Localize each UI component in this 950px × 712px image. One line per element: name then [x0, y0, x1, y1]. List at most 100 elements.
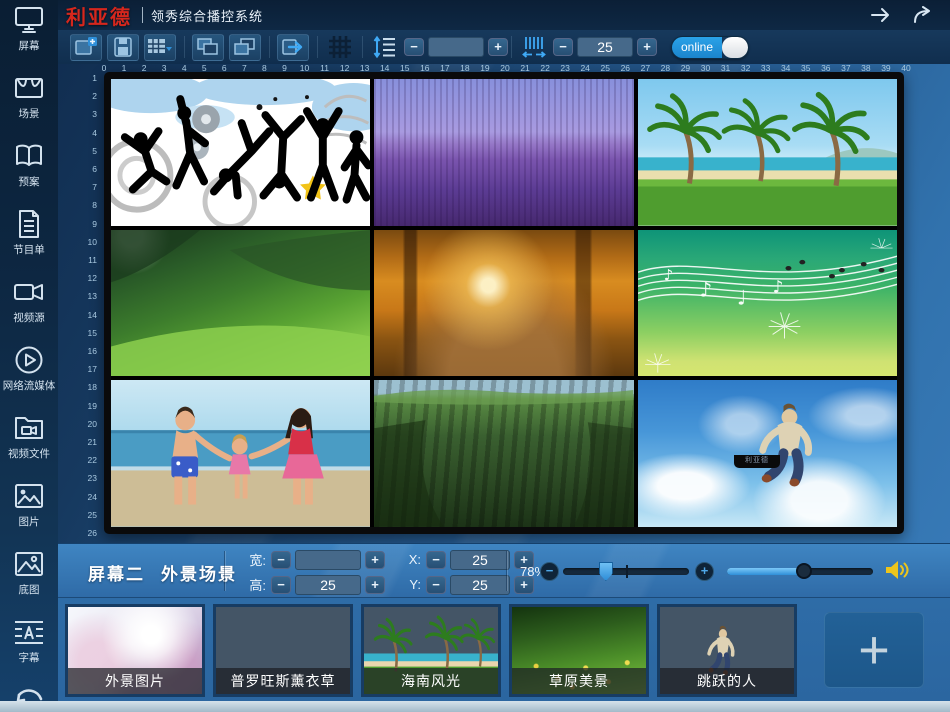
sidebar-item-scene[interactable]: 场景 — [13, 73, 45, 121]
v-ruler-tick: 6 — [92, 164, 97, 174]
zoom-slider-thumb[interactable] — [599, 562, 613, 581]
bar-separator — [506, 551, 507, 591]
sidebar-item-video-source[interactable]: 视频源 — [13, 277, 45, 325]
v-ruler-tick: 18 — [88, 382, 97, 392]
stage-cell-green-cliff[interactable] — [374, 380, 633, 527]
media-thumbnail-hainan-scenery[interactable]: 海南风光 — [361, 604, 501, 697]
volume-slider-thumb[interactable] — [796, 563, 812, 579]
h-ruler-tick: 36 — [821, 63, 830, 73]
stage-cell-lavender-field[interactable] — [374, 79, 633, 226]
play-circle-icon — [13, 345, 45, 375]
column-spacing-decrease-button[interactable]: − — [553, 38, 573, 56]
add-media-button[interactable]: + — [824, 612, 924, 688]
forward-arrow-icon[interactable] — [868, 5, 894, 25]
online-toggle-knob[interactable] — [722, 37, 748, 58]
height-input[interactable] — [295, 575, 361, 595]
sidebar-item-program-list[interactable]: 节目单 — [13, 209, 45, 257]
stage-monitor: ♪♩♪♪ — [104, 72, 904, 534]
h-ruler-tick: 0 — [102, 63, 107, 73]
toolbar-separator — [317, 36, 318, 58]
row-spacing-input[interactable] — [428, 37, 484, 57]
toolbar-separator — [511, 36, 512, 58]
h-ruler-tick: 11 — [320, 63, 329, 73]
x-decrease-button[interactable]: − — [426, 551, 446, 569]
stage-cell-music-sky[interactable]: ♪♩♪♪ — [638, 230, 897, 377]
v-ruler-tick: 1 — [92, 73, 97, 83]
redo-arrow-icon[interactable] — [910, 5, 936, 25]
height-decrease-button[interactable]: − — [271, 576, 291, 594]
grid-icon[interactable] — [325, 34, 355, 61]
sidebar-item-picture[interactable]: 图片 — [13, 481, 45, 529]
sidebar-item-network-stream[interactable]: 网络流媒体 — [3, 345, 56, 393]
h-ruler-tick: 8 — [262, 63, 267, 73]
h-ruler-tick: 23 — [560, 63, 569, 73]
zoom-slider[interactable] — [563, 568, 689, 575]
v-ruler-tick: 17 — [88, 364, 97, 374]
h-ruler-tick: 2 — [142, 63, 147, 73]
h-ruler-tick: 28 — [661, 63, 670, 73]
media-thumbnail-outdoor-picture[interactable]: 外景图片 — [65, 604, 205, 697]
brand-logo: 利亚德 — [66, 1, 132, 30]
export-button[interactable] — [277, 34, 309, 61]
zoom-in-button[interactable]: + — [695, 562, 714, 581]
zoom-out-button[interactable]: − — [540, 562, 559, 581]
stage-cell-green-valley[interactable] — [111, 230, 370, 377]
stage-cell-jumping-person[interactable] — [638, 380, 897, 527]
v-ruler-tick: 24 — [88, 492, 97, 502]
row-spacing-decrease-button[interactable]: − — [404, 38, 424, 56]
v-ruler-tick: 8 — [92, 200, 97, 210]
h-ruler-tick: 15 — [400, 63, 409, 73]
media-thumbnail-grassland[interactable]: 草原美景 — [509, 604, 649, 697]
h-ruler-tick: 12 — [340, 63, 349, 73]
height-increase-button[interactable]: + — [365, 576, 385, 594]
v-ruler-tick: 5 — [92, 146, 97, 156]
save-button[interactable] — [107, 34, 139, 61]
sidebar-item-screen[interactable]: 屏幕 — [13, 5, 45, 53]
thumbnail-caption: 普罗旺斯薰衣草 — [216, 668, 350, 694]
sidebar-item-plan[interactable]: 预案 — [13, 141, 45, 189]
h-ruler-tick: 40 — [901, 63, 910, 73]
add-screen-button[interactable] — [70, 34, 102, 61]
bar-separator — [224, 551, 225, 591]
x-input[interactable] — [450, 550, 510, 570]
row-spacing-increase-button[interactable]: + — [488, 38, 508, 56]
column-spacing-icon[interactable] — [519, 34, 549, 61]
sidebar-item-base-image[interactable]: 底图 — [13, 549, 45, 597]
brand-divider — [142, 7, 143, 23]
y-input[interactable] — [450, 575, 510, 595]
h-ruler-tick: 34 — [781, 63, 790, 73]
volume-slider[interactable] — [727, 568, 873, 575]
media-thumbnail-jumping-person[interactable]: 跳跃的人 — [657, 604, 797, 697]
media-strip: 外景图片 普罗旺斯薰衣草 海南风光 草原美景 跳跃的人 + — [58, 597, 950, 701]
sidebar-item-subtitle[interactable]: 字幕 — [13, 617, 45, 665]
table-layout-button[interactable] — [144, 34, 176, 61]
svg-text:♪: ♪ — [699, 277, 712, 301]
horizontal-ruler: 0123456789101112131415161718192021222324… — [99, 63, 914, 74]
column-spacing-increase-button[interactable]: + — [637, 38, 657, 56]
width-decrease-button[interactable]: − — [271, 551, 291, 569]
h-ruler-tick: 32 — [741, 63, 750, 73]
app-title: 领秀综合播控系统 — [151, 6, 263, 25]
stage-cell-dancing-silhouettes[interactable] — [111, 79, 370, 226]
h-ruler-tick: 26 — [621, 63, 630, 73]
row-spacing-icon[interactable] — [370, 34, 400, 61]
column-spacing-input[interactable] — [577, 37, 633, 57]
stage-cell-palm-beach[interactable] — [638, 79, 897, 226]
v-ruler-tick: 26 — [88, 528, 97, 538]
sidebar-item-video-file[interactable]: 视频文件 — [8, 413, 50, 461]
bring-forward-button[interactable] — [229, 34, 261, 61]
stage-cell-autumn-forest[interactable] — [374, 230, 633, 377]
media-thumbnail-provence-lavender[interactable]: 普罗旺斯薰衣草 — [213, 604, 353, 697]
screen-scene-title: 屏幕二 外景场景 — [88, 560, 237, 585]
h-ruler-tick: 18 — [460, 63, 469, 73]
v-ruler-tick: 19 — [88, 401, 97, 411]
send-backward-button[interactable] — [192, 34, 224, 61]
thumbnail-caption: 外景图片 — [68, 668, 202, 694]
speaker-icon[interactable] — [885, 558, 909, 582]
width-increase-button[interactable]: + — [365, 551, 385, 569]
width-input[interactable] — [295, 550, 361, 570]
stage-cell-family-beach[interactable] — [111, 380, 370, 527]
y-decrease-button[interactable]: − — [426, 576, 446, 594]
online-toggle[interactable]: online — [671, 36, 749, 59]
h-ruler-tick: 21 — [520, 63, 529, 73]
